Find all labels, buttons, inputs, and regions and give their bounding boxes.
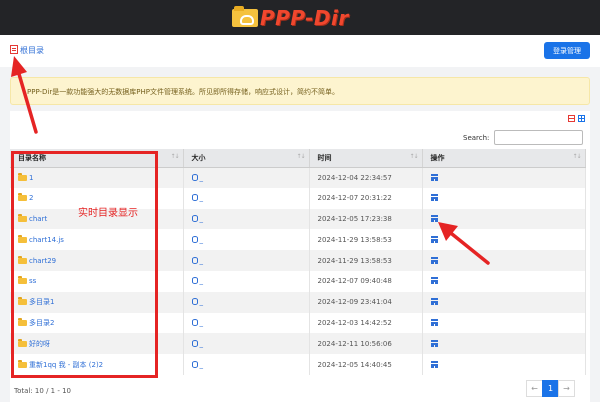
database-icon bbox=[191, 235, 198, 243]
action-cell bbox=[422, 312, 586, 334]
time-cell: 2024-12-09 23:41:04 bbox=[309, 291, 423, 313]
size-cell: _ bbox=[183, 354, 310, 375]
time-cell: 2024-12-07 09:40:48 bbox=[309, 270, 423, 292]
home-icon[interactable] bbox=[10, 45, 18, 54]
size-cell: _ bbox=[183, 250, 310, 271]
column-header-action[interactable]: 操作 ↑↓ bbox=[422, 149, 586, 168]
view-switch bbox=[568, 115, 585, 122]
action-cell bbox=[422, 187, 586, 209]
action-cell bbox=[422, 291, 586, 313]
manage-icon[interactable] bbox=[430, 339, 438, 347]
database-icon bbox=[191, 318, 198, 326]
size-cell: _ bbox=[183, 187, 310, 209]
manage-icon[interactable] bbox=[430, 318, 438, 326]
database-icon bbox=[191, 256, 198, 264]
top-bar: PPP-Dir bbox=[0, 0, 600, 35]
breadcrumb-root[interactable]: 根目录 bbox=[20, 45, 44, 56]
manage-icon[interactable] bbox=[430, 235, 438, 243]
size-cell: _ bbox=[183, 312, 310, 334]
database-icon bbox=[191, 298, 198, 306]
manage-icon[interactable] bbox=[430, 214, 438, 222]
manage-icon[interactable] bbox=[430, 298, 438, 306]
time-cell: 2024-12-07 20:31:22 bbox=[309, 187, 423, 209]
size-cell: _ bbox=[183, 333, 310, 355]
database-icon bbox=[191, 339, 198, 347]
annotation-label: 实时目录显示 bbox=[78, 208, 138, 219]
database-icon bbox=[191, 194, 198, 202]
prev-page-button[interactable]: ← bbox=[526, 380, 543, 397]
nav-bar: 根目录 登录管理 bbox=[0, 35, 600, 67]
action-cell bbox=[422, 167, 586, 188]
pagination: ← 1 → bbox=[526, 380, 575, 397]
time-cell: 2024-12-04 22:34:57 bbox=[309, 167, 423, 188]
database-icon bbox=[191, 360, 198, 368]
page-button-1[interactable]: 1 bbox=[542, 380, 559, 397]
size-cell: _ bbox=[183, 291, 310, 313]
notice-banner: PPP-Dir是一款功能强大的无数据库PHP文件管理系统。所见即所得存储，响应式… bbox=[10, 77, 590, 105]
sort-icon: ↑↓ bbox=[572, 153, 581, 160]
sort-icon: ↑↓ bbox=[296, 153, 305, 160]
time-cell: 2024-12-05 17:23:38 bbox=[309, 208, 423, 230]
size-cell: _ bbox=[183, 208, 310, 230]
time-cell: 2024-11-29 13:58:53 bbox=[309, 250, 423, 271]
column-header-time[interactable]: 时间 ↑↓ bbox=[309, 149, 423, 168]
action-cell bbox=[422, 208, 586, 230]
manage-icon[interactable] bbox=[430, 194, 438, 202]
search-label: Search: bbox=[463, 134, 490, 142]
sort-icon: ↑↓ bbox=[170, 153, 179, 160]
action-cell bbox=[422, 229, 586, 251]
column-header-size[interactable]: 大小 ↑↓ bbox=[183, 149, 310, 168]
size-cell: _ bbox=[183, 167, 310, 188]
action-cell bbox=[422, 270, 586, 292]
database-icon bbox=[191, 173, 198, 181]
search-input[interactable] bbox=[494, 130, 583, 145]
sort-icon: ↑↓ bbox=[409, 153, 418, 160]
size-cell: _ bbox=[183, 229, 310, 251]
logo[interactable]: PPP-Dir bbox=[232, 5, 349, 30]
folder-cloud-icon bbox=[232, 5, 258, 27]
database-icon bbox=[191, 277, 198, 285]
action-cell bbox=[422, 333, 586, 355]
manage-icon[interactable] bbox=[430, 173, 438, 181]
database-icon bbox=[191, 214, 198, 222]
login-button[interactable]: 登录管理 bbox=[544, 42, 590, 59]
time-cell: 2024-12-03 14:42:52 bbox=[309, 312, 423, 334]
manage-icon[interactable] bbox=[430, 277, 438, 285]
time-cell: 2024-12-11 10:56:06 bbox=[309, 333, 423, 355]
manage-icon[interactable] bbox=[430, 256, 438, 264]
next-page-button[interactable]: → bbox=[558, 380, 575, 397]
pagination-total: Total: 10 / 1 - 10 bbox=[14, 387, 71, 395]
time-cell: 2024-11-29 13:58:53 bbox=[309, 229, 423, 251]
size-cell: _ bbox=[183, 270, 310, 292]
manage-icon[interactable] bbox=[430, 360, 438, 368]
grid-view-icon[interactable] bbox=[578, 115, 585, 122]
action-cell bbox=[422, 250, 586, 271]
list-view-icon[interactable] bbox=[568, 115, 575, 122]
annotation-box bbox=[11, 151, 158, 378]
action-cell bbox=[422, 354, 586, 375]
time-cell: 2024-12-05 14:40:45 bbox=[309, 354, 423, 375]
logo-text: PPP-Dir bbox=[260, 5, 349, 30]
